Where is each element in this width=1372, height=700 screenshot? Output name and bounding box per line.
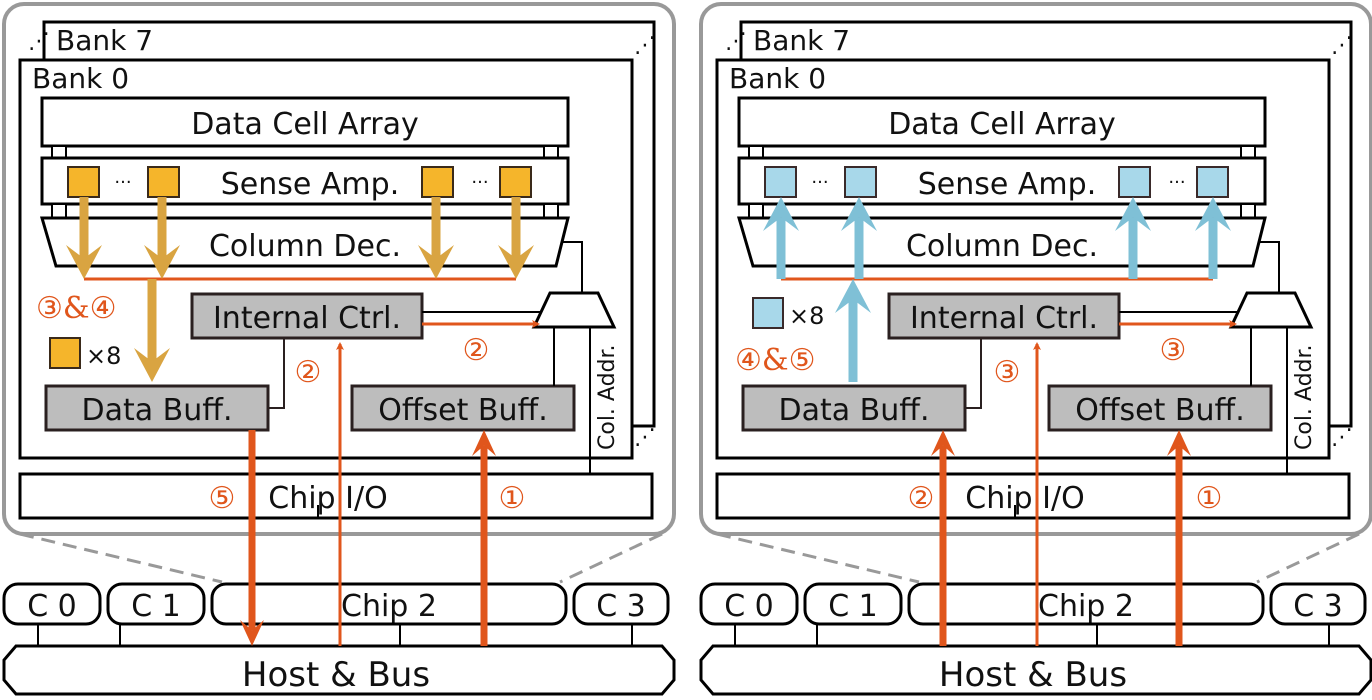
legend-multiplier: ×8 xyxy=(86,342,121,370)
connector xyxy=(51,145,67,159)
chip-io-label: Chip I/O xyxy=(965,481,1084,516)
step-data-path: ④&⑤ xyxy=(735,343,816,378)
internal-ctrl-label: Internal Ctrl. xyxy=(910,301,1098,336)
zoom-line-left xyxy=(716,532,920,584)
sense-amp-label: Sense Amp. xyxy=(221,167,399,202)
data-cell-array-label: Data Cell Array xyxy=(191,107,419,142)
read-panel: ⋰ ⋰ ⋰ Bank 7 Bank 0 Data Cell Array Sens… xyxy=(2,2,676,696)
legend-cell xyxy=(49,337,81,369)
column-decoder-label: Column Dec. xyxy=(906,229,1098,264)
chip-2-label: Chip 2 xyxy=(341,589,437,624)
host-bus-label: Host & Bus xyxy=(939,655,1127,695)
chip-2-label: Chip 2 xyxy=(1038,589,1134,624)
chip-io-label: Chip I/O xyxy=(268,481,387,516)
chip-c3-label: C 3 xyxy=(596,589,646,624)
zoom-line-right xyxy=(1256,532,1360,584)
chip-c0-label: C 0 xyxy=(724,589,774,624)
bank-7-label: Bank 7 xyxy=(753,24,850,57)
chip-c1-label: C 1 xyxy=(828,589,878,624)
dram-dataflow-diagram: ⋰ ⋰ ⋰ Bank 7 Bank 0 Data Cell Array Sens… xyxy=(2,2,1372,696)
sense-ellipsis: ··· xyxy=(811,172,828,193)
column-mux xyxy=(531,291,617,329)
sense-amp-label: Sense Amp. xyxy=(918,167,1096,202)
zoom-line-left xyxy=(19,532,223,584)
sense-cell xyxy=(1118,166,1151,198)
step-ctrl-mux: ② xyxy=(463,333,490,368)
data-cell-array-label: Data Cell Array xyxy=(888,107,1116,142)
connector xyxy=(748,145,764,159)
sense-ellipsis: ··· xyxy=(114,172,131,193)
chip-c1-label: C 1 xyxy=(131,589,181,624)
connector xyxy=(543,203,559,219)
step-io-left: ② xyxy=(908,481,935,516)
data-buff-label: Data Buff. xyxy=(82,393,233,428)
step-ctrl-in: ③ xyxy=(994,355,1021,390)
bank-7-dots-left: ⋰ xyxy=(28,29,50,54)
sense-cell xyxy=(844,166,877,198)
write-panel: ⋰ ⋰ ⋰ Bank 7 Bank 0 Data Cell Array Sens… xyxy=(699,2,1372,696)
sense-cell xyxy=(499,166,532,198)
chip-c3-label: C 3 xyxy=(1293,589,1343,624)
offset-buff-label: Offset Buff. xyxy=(1075,393,1244,428)
legend-multiplier: ×8 xyxy=(789,302,824,330)
connector xyxy=(748,203,764,219)
connector xyxy=(543,145,559,159)
sense-cell xyxy=(421,166,454,198)
sense-cell xyxy=(67,166,100,198)
bank-0-label: Bank 0 xyxy=(729,62,826,95)
internal-ctrl-label: Internal Ctrl. xyxy=(213,301,401,336)
step-io-right: ① xyxy=(499,481,526,516)
connector xyxy=(1240,145,1256,159)
connector xyxy=(1240,203,1256,219)
bank-0-label: Bank 0 xyxy=(32,62,129,95)
host-bus-label: Host & Bus xyxy=(242,655,430,695)
bank-7-dots-bottom: ⋰ xyxy=(1331,425,1353,450)
bank-7-dots-right: ⋰ xyxy=(634,33,656,58)
bank-7-label: Bank 7 xyxy=(56,24,153,57)
offset-buff-label: Offset Buff. xyxy=(378,393,547,428)
step-data-path: ③&④ xyxy=(36,291,117,326)
step-ctrl-in: ② xyxy=(295,355,322,390)
zoom-line-right xyxy=(559,532,663,584)
sense-ellipsis: ··· xyxy=(471,172,488,193)
chip-c0-label: C 0 xyxy=(27,589,77,624)
sense-ellipsis: ··· xyxy=(1168,172,1185,193)
step-io-right: ① xyxy=(1196,481,1223,516)
col-addr-label: Col. Addr. xyxy=(595,344,620,450)
step-io-left: ⑤ xyxy=(209,481,236,516)
col-addr-label: Col. Addr. xyxy=(1292,344,1317,450)
sense-cell xyxy=(147,166,180,198)
bank-7-dots-right: ⋰ xyxy=(1331,33,1353,58)
column-mux xyxy=(1228,291,1314,329)
legend-cell xyxy=(752,297,784,329)
sense-cell xyxy=(764,166,797,198)
column-decoder-label: Column Dec. xyxy=(209,229,401,264)
data-buff-label: Data Buff. xyxy=(779,393,930,428)
sense-cell xyxy=(1196,166,1229,198)
step-ctrl-mux: ③ xyxy=(1160,333,1187,368)
bank-7-dots-left: ⋰ xyxy=(725,29,747,54)
bank-7-dots-bottom: ⋰ xyxy=(634,425,656,450)
connector xyxy=(51,203,67,219)
